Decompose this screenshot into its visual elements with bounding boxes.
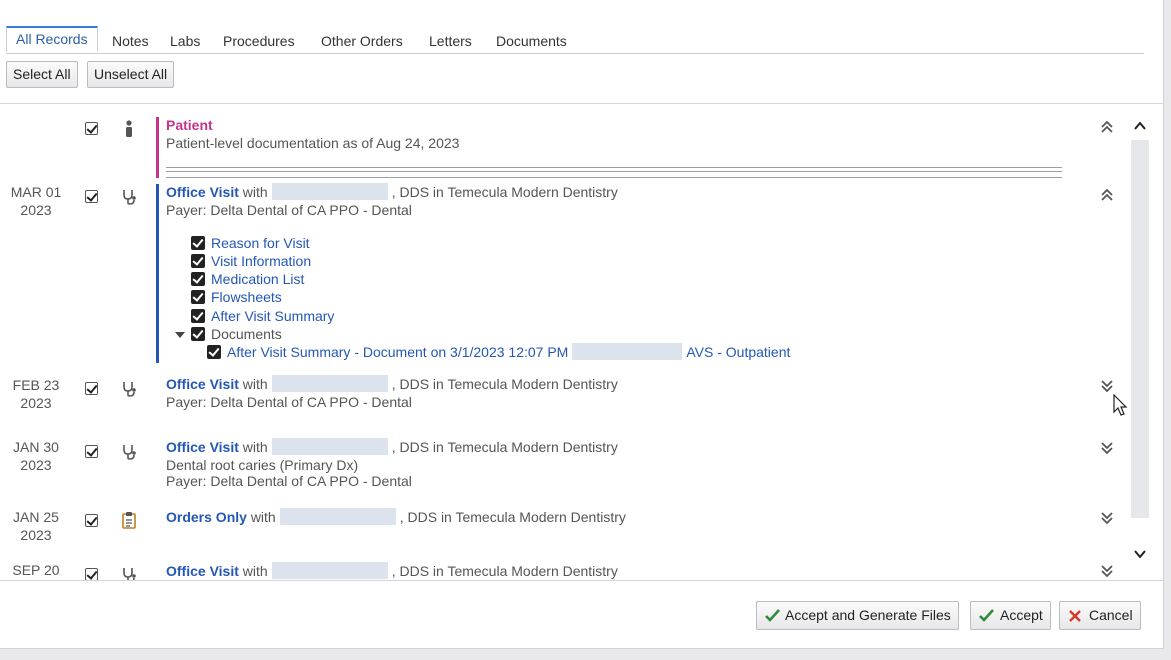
redacted-provider [271,183,388,200]
record-checkbox[interactable] [85,382,98,395]
section-divider [166,167,1062,178]
record-checkbox[interactable] [85,445,98,458]
record-heading: Office Visit with, DDS in Temecula Moder… [166,438,618,455]
sub-item-reason-for-visit[interactable]: Reason for Visit [211,234,310,252]
tab-all-records[interactable]: All Records [6,26,98,52]
tab-procedures[interactable]: Procedures [223,28,295,52]
tab-other-orders[interactable]: Other Orders [321,28,403,52]
scroll-up-icon[interactable] [1133,120,1147,132]
record-payer: Payer: Delta Dental of CA PPO - Dental [166,394,412,410]
expand-icon[interactable] [1100,379,1114,393]
redacted-provider [271,375,388,392]
stethoscope-icon [123,190,136,205]
record-type-link[interactable]: Office Visit [166,184,239,200]
patient-accent-bar [156,117,159,178]
record-date: SEP 20 [12,562,60,578]
sub-item-visit-information[interactable]: Visit Information [211,252,311,270]
sub-item-medication-list[interactable]: Medication List [211,270,304,288]
record-heading: Office Visit with, DDS in Temecula Moder… [166,183,618,200]
unselect-all-button[interactable]: Unselect All [87,61,175,88]
record-list: Patient Patient-level documentation as o… [0,103,1163,581]
redacted-provider [279,508,396,525]
sub-checkbox[interactable] [191,236,205,250]
expand-icon[interactable] [1100,511,1114,525]
record-checkbox[interactable] [85,568,98,580]
collapse-icon[interactable] [1100,188,1114,202]
record-date: MAR 01 2023 [10,184,62,218]
sub-item-documents: Documents [211,326,282,342]
sub-checkbox[interactable] [191,254,205,268]
close-icon [1069,610,1081,622]
checkmark-icon [765,609,780,622]
tab-documents[interactable]: Documents [496,28,567,52]
tab-labs[interactable]: Labs [170,28,200,52]
checkmark-icon [979,609,994,622]
clipboard-icon [122,512,136,529]
record-type-link[interactable]: Office Visit [166,439,239,455]
record-type-link[interactable]: Office Visit [166,376,239,392]
doc-checkbox[interactable] [207,345,221,359]
tab-notes[interactable]: Notes [112,28,149,52]
record-checkbox[interactable] [85,190,98,203]
cancel-button[interactable]: Cancel [1059,601,1141,630]
patient-subtitle: Patient-level documentation as of Aug 24… [166,135,460,151]
sub-checkbox[interactable] [191,272,205,286]
record-selection-panel: All Records Notes Labs Procedures Other … [0,0,1164,649]
redacted-provider [271,438,388,455]
record-payer: Payer: Delta Dental of CA PPO - Dental [166,473,412,489]
sub-checkbox[interactable] [191,309,205,323]
document-item: After Visit Summary - Document on 3/1/20… [227,343,791,360]
tab-bar: All Records Notes Labs Procedures Other … [6,26,1144,54]
stethoscope-icon [123,445,136,460]
select-all-button[interactable]: Select All [6,61,78,88]
document-link[interactable]: After Visit Summary - Document on 3/1/20… [227,344,568,360]
record-heading: Office Visit with, DDS in Temecula Moder… [166,562,618,579]
sub-checkbox[interactable] [191,290,205,304]
record-checkbox[interactable] [85,514,98,527]
scrollbar-thumb[interactable] [1131,140,1149,518]
accept-and-generate-files-button[interactable]: Accept and Generate Files [756,601,959,630]
expand-triangle-icon[interactable] [175,331,185,339]
record-date: JAN 25 2023 [13,509,59,543]
stethoscope-icon [123,568,136,580]
scroll-down-icon[interactable] [1133,548,1147,560]
vertical-scrollbar[interactable] [1131,118,1149,570]
record-payer: Payer: Delta Dental of CA PPO - Dental [166,202,412,218]
stethoscope-icon [123,382,136,397]
record-accent-bar [156,184,159,363]
person-icon [126,120,132,137]
accept-button[interactable]: Accept [970,601,1051,630]
redacted-provider [572,343,683,360]
patient-checkbox[interactable] [85,122,98,135]
redacted-provider [271,562,388,579]
record-date: FEB 23 2023 [12,377,60,411]
expand-icon[interactable] [1100,564,1114,578]
collapse-icon[interactable] [1100,120,1114,134]
sub-checkbox[interactable] [191,327,205,341]
expand-icon[interactable] [1100,441,1114,455]
sub-item-flowsheets[interactable]: Flowsheets [211,288,282,306]
record-type-link[interactable]: Office Visit [166,563,239,579]
record-heading: Orders Only with, DDS in Temecula Modern… [166,508,626,525]
sub-item-after-visit-summary[interactable]: After Visit Summary [211,307,334,325]
patient-title: Patient [166,117,213,133]
tab-letters[interactable]: Letters [429,28,472,52]
record-date: JAN 30 2023 [13,439,59,473]
record-heading: Office Visit with, DDS in Temecula Moder… [166,375,618,392]
mouse-cursor-icon [1113,394,1128,416]
record-type-link[interactable]: Orders Only [166,509,247,525]
